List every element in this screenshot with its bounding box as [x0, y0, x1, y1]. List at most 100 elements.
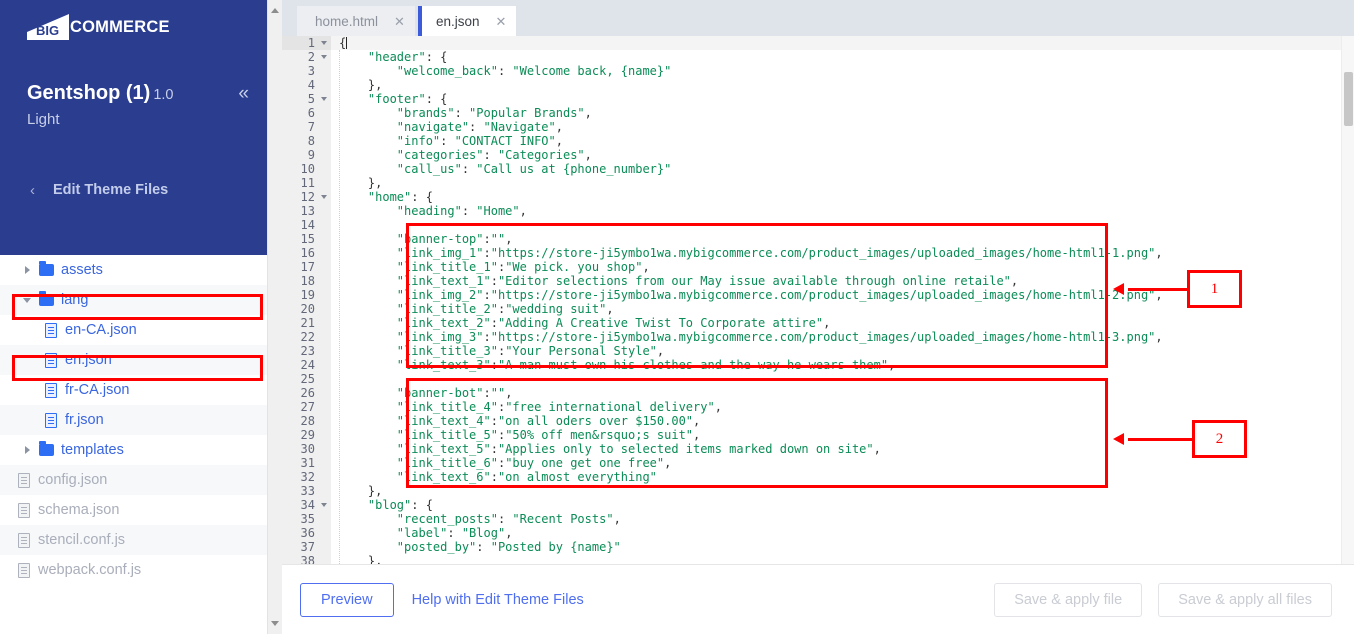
code-line[interactable]: "label": "Blog",: [331, 526, 1354, 540]
code-line[interactable]: "posted_by": "Posted by {name}": [331, 540, 1354, 554]
file-icon: [45, 412, 57, 428]
code-line[interactable]: },: [331, 484, 1354, 498]
tree-item-en-ca-json[interactable]: en-CA.json: [0, 315, 282, 345]
tree-item-schema-json[interactable]: schema.json: [0, 495, 282, 525]
line-number: 9: [307, 148, 315, 162]
tree-item-stencil-conf-js[interactable]: stencil.conf.js: [0, 525, 282, 555]
line-number: 19: [300, 288, 315, 302]
code-line[interactable]: "home": {: [331, 190, 1354, 204]
sidebar-scrollbar[interactable]: [267, 0, 282, 634]
tree-item-assets[interactable]: assets: [0, 255, 282, 285]
code-line[interactable]: "link_title_5":"50% off men&rsquo;s suit…: [331, 428, 1354, 442]
fold-toggle-icon[interactable]: [321, 55, 327, 59]
editor-tabbar[interactable]: home.html ✕ en.json ✕: [282, 0, 1354, 36]
tree-item-lang[interactable]: lang: [0, 285, 282, 315]
line-number: 21: [300, 316, 315, 330]
code-line[interactable]: "link_title_3":"Your Personal Style",: [331, 344, 1354, 358]
save-apply-file-button[interactable]: Save & apply file: [994, 582, 1143, 617]
code-line[interactable]: {: [331, 36, 1354, 50]
code-line[interactable]: "link_title_4":"free international deliv…: [331, 400, 1354, 414]
edit-theme-files-label: Edit Theme Files: [53, 182, 169, 198]
fold-toggle-icon[interactable]: [321, 195, 327, 199]
code-line[interactable]: "link_img_1":"https://store-ji5ymbo1wa.m…: [331, 246, 1354, 260]
editor-scrollbar[interactable]: [1341, 36, 1354, 564]
tree-item-fr-ca-json[interactable]: fr-CA.json: [0, 375, 282, 405]
code-line[interactable]: "heading": "Home",: [331, 204, 1354, 218]
code-line[interactable]: "link_text_4":"on all oders over $150.00…: [331, 414, 1354, 428]
code-line[interactable]: "link_text_6":"on almost everything": [331, 470, 1354, 484]
tree-item-templates[interactable]: templates: [0, 435, 282, 465]
line-number: 1: [282, 36, 331, 50]
editor-tab-label: en.json: [435, 13, 480, 29]
line-number: 38: [300, 554, 315, 565]
code-line[interactable]: "link_text_5":"Applies only to selected …: [331, 442, 1354, 456]
file-icon: [45, 322, 57, 338]
code-line[interactable]: "link_title_2":"wedding suit",: [331, 302, 1354, 316]
code-line[interactable]: },: [331, 176, 1354, 190]
help-link[interactable]: Help with Edit Theme Files: [412, 592, 584, 608]
file-tree[interactable]: assets lang en-CA.json en.json fr-CA.json fr.…: [0, 255, 282, 634]
code-line[interactable]: "link_title_1":"We pick. you shop",: [331, 260, 1354, 274]
code-line[interactable]: "call_us": "Call us at {phone_number}": [331, 162, 1354, 176]
code-line[interactable]: "link_text_2":"Adding A Creative Twist T…: [331, 316, 1354, 330]
fold-toggle-icon[interactable]: [321, 503, 327, 507]
code-line[interactable]: "navigate": "Navigate",: [331, 120, 1354, 134]
editor-tab-label: home.html: [315, 13, 379, 29]
code-line[interactable]: "link_img_2":"https://store-ji5ymbo1wa.m…: [331, 288, 1354, 302]
code-line[interactable]: "banner-bot":"",: [331, 386, 1354, 400]
left-sidebar: BIG COMMERCE Gentshop (1) 1.0 Light « ‹ E…: [0, 0, 282, 634]
editor-tab-en-json[interactable]: en.json ✕: [417, 6, 517, 36]
code-line[interactable]: "link_title_6":"buy one get one free",: [331, 456, 1354, 470]
triangle-glyph: [25, 266, 30, 274]
close-icon[interactable]: ✕: [495, 15, 506, 28]
fold-toggle-icon[interactable]: [321, 41, 327, 45]
close-icon[interactable]: ✕: [394, 15, 405, 28]
code-line[interactable]: "recent_posts": "Recent Posts",: [331, 512, 1354, 526]
tree-item-webpack-conf-js[interactable]: webpack.conf.js: [0, 555, 282, 585]
code-line[interactable]: "banner-top":"",: [331, 232, 1354, 246]
scroll-down-icon[interactable]: [271, 621, 279, 626]
collapse-sidebar-icon[interactable]: «: [238, 84, 249, 103]
code-line[interactable]: "link_img_3":"https://store-ji5ymbo1wa.m…: [331, 330, 1354, 344]
text-cursor: [346, 37, 348, 49]
code-line[interactable]: "info": "CONTACT INFO",: [331, 134, 1354, 148]
bigcommerce-logo-text: COMMERCE: [70, 18, 170, 36]
code-line[interactable]: "welcome_back": "Welcome back, {name}": [331, 64, 1354, 78]
code-line[interactable]: },: [331, 554, 1354, 564]
edit-theme-files-nav[interactable]: ‹ Edit Theme Files: [30, 182, 168, 198]
code-line[interactable]: "categories": "Categories",: [331, 148, 1354, 162]
tree-item-config-json[interactable]: config.json: [0, 465, 282, 495]
bigcommerce-logo-mark-icon: BIG: [27, 14, 69, 40]
code-editor[interactable]: 1 2 3 4 5 6 7 8 9 10 11 12 13 14 15 16 17 18 19 20 21 22 23 24 2…: [282, 36, 1354, 565]
code-line[interactable]: "blog": {: [331, 498, 1354, 512]
code-line[interactable]: "brands": "Popular Brands",: [331, 106, 1354, 120]
line-number: 22: [300, 330, 315, 344]
file-icon: [45, 352, 57, 368]
line-number: 13: [300, 204, 315, 218]
fold-toggle-icon[interactable]: [321, 97, 327, 101]
chevron-down-icon[interactable]: [22, 294, 34, 306]
code-line[interactable]: [331, 218, 1354, 232]
editor-scrollbar-thumb[interactable]: [1344, 72, 1353, 126]
tree-item-fr-json[interactable]: fr.json: [0, 405, 282, 435]
code-line[interactable]: "link_text_3":"A man must own his clothe…: [331, 358, 1354, 372]
chevron-right-icon[interactable]: [22, 444, 34, 456]
editor-tab-home-html[interactable]: home.html ✕: [297, 6, 415, 36]
preview-button[interactable]: Preview: [300, 582, 394, 617]
save-apply-all-files-button[interactable]: Save & apply all files: [1158, 582, 1332, 617]
code-line[interactable]: "header": {: [331, 50, 1354, 64]
file-icon: [18, 562, 30, 578]
code-line[interactable]: [331, 372, 1354, 386]
code-content[interactable]: { "header": { "welcome_back": "Welcome b…: [331, 36, 1354, 564]
line-number: 24: [300, 358, 315, 372]
tree-item-en-json[interactable]: en.json: [0, 345, 282, 375]
code-line[interactable]: "link_text_1":"Editor selections from ou…: [331, 274, 1354, 288]
line-number: 16: [300, 246, 315, 260]
tree-item-label: en-CA.json: [65, 322, 137, 338]
chevron-right-icon[interactable]: [22, 264, 34, 276]
scroll-up-icon[interactable]: [271, 8, 279, 13]
code-line[interactable]: },: [331, 78, 1354, 92]
sidebar-header: BIG COMMERCE Gentshop (1) 1.0 Light « ‹ E…: [0, 0, 282, 255]
line-number: 7: [307, 120, 315, 134]
code-line[interactable]: "footer": {: [331, 92, 1354, 106]
